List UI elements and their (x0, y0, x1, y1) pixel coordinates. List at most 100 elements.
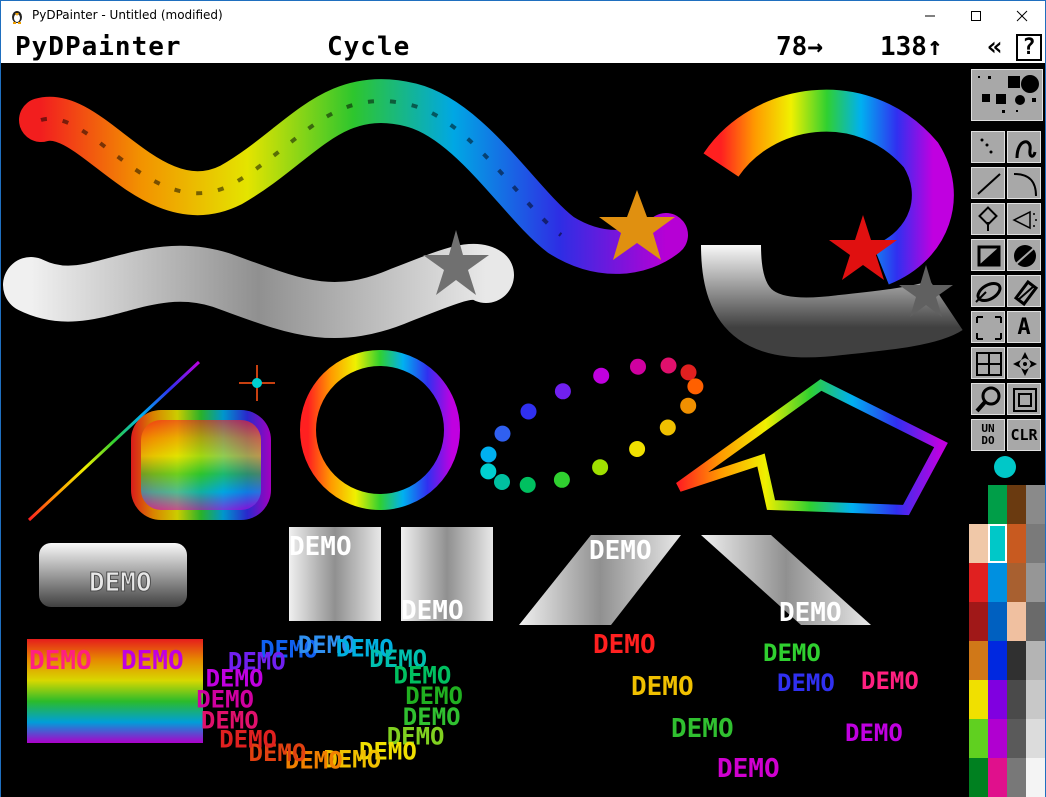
color-dot (553, 471, 570, 488)
color-dot-icon (994, 456, 1016, 478)
palette-swatch[interactable] (988, 602, 1007, 641)
tool-symmetry[interactable] (1007, 347, 1041, 379)
grid-icon (976, 352, 1002, 376)
svg-text:DEMO: DEMO (401, 596, 464, 626)
rainbow-polygon (676, 379, 948, 516)
brush-select-icon (976, 316, 1002, 340)
close-icon (1016, 10, 1028, 22)
palette-swatch[interactable] (988, 719, 1007, 758)
demo-stone-text: DEMO (39, 543, 187, 607)
color-dot (630, 358, 646, 375)
menu-bar[interactable]: PyDPainter Cycle 78→ 138↑ « ? (1, 31, 1045, 65)
color-dot (659, 419, 676, 436)
tool-fill[interactable] (971, 203, 1005, 235)
palette-swatch[interactable] (1007, 641, 1026, 680)
symmetry-icon (1013, 352, 1037, 376)
title-bar[interactable]: PyDPainter - Untitled (modified) (1, 1, 1045, 31)
tool-text[interactable]: A (1007, 311, 1041, 343)
tool-polygon[interactable] (1007, 275, 1041, 307)
text-icon: A (1017, 315, 1031, 340)
svg-text:DEMO: DEMO (121, 646, 184, 676)
zoom-icon (1013, 388, 1037, 412)
brush-size-picker[interactable] (971, 69, 1043, 121)
palette-swatch[interactable] (1007, 485, 1026, 524)
palette-swatch[interactable] (1026, 485, 1045, 524)
palette-swatch[interactable] (1007, 719, 1026, 758)
color-dot (520, 403, 537, 420)
color-dot (593, 367, 610, 384)
maximize-button[interactable] (953, 1, 999, 31)
palette-swatch[interactable] (1026, 563, 1045, 602)
menu-mode-label[interactable]: Cycle (327, 32, 410, 62)
app-logo-icon (12, 11, 22, 24)
palette-swatch[interactable] (969, 641, 988, 680)
palette-swatch[interactable] (969, 563, 988, 602)
palette-swatch[interactable] (1026, 758, 1045, 797)
minimize-button[interactable] (907, 1, 953, 31)
tool-dotted-freehand[interactable] (971, 131, 1005, 163)
svg-text:DEMO: DEMO (861, 667, 919, 695)
help-button[interactable]: ? (1016, 34, 1042, 61)
tool-magnify[interactable] (971, 383, 1005, 415)
tool-undo[interactable]: UN DO (971, 419, 1005, 451)
fill-bucket-icon (978, 206, 998, 231)
svg-text:DEMO: DEMO (289, 532, 352, 562)
palette-swatch[interactable] (988, 485, 1007, 524)
close-button[interactable] (999, 1, 1045, 31)
palette-swatch[interactable] (1007, 758, 1026, 797)
color-dot (629, 441, 646, 457)
ellipse-icon (975, 281, 1002, 303)
menu-app-name[interactable]: PyDPainter (15, 32, 182, 62)
palette-swatch[interactable] (1026, 680, 1045, 719)
tool-circle[interactable] (1007, 239, 1041, 271)
palette-swatch[interactable] (988, 641, 1007, 680)
color-dot (660, 357, 677, 374)
svg-text:DEMO: DEMO (89, 568, 152, 598)
svg-text:DEMO: DEMO (589, 536, 652, 566)
circle-icon (1014, 245, 1036, 267)
demo-diagonal-rainbow-text: DEMO DEMO DEMO DEMO (593, 630, 780, 784)
palette-swatch[interactable] (1026, 524, 1045, 563)
window-title: PyDPainter - Untitled (modified) (32, 8, 223, 22)
tool-curve[interactable] (1007, 167, 1041, 199)
palette-swatch[interactable] (969, 680, 988, 719)
tool-brush-select[interactable] (971, 311, 1005, 343)
crosshair-sprite (239, 365, 275, 401)
palette-swatch[interactable] (969, 524, 988, 563)
tool-continuous-freehand[interactable] (1007, 131, 1041, 163)
demo-text-circle: DEMODEMODEMODEMODEMODEMODEMODEMODEMODEMO… (196, 631, 463, 774)
palette-swatch[interactable] (969, 719, 988, 758)
tool-grid[interactable] (971, 347, 1005, 379)
palette-swatch[interactable] (988, 680, 1007, 719)
palette-swatch[interactable] (1026, 641, 1045, 680)
tool-line[interactable] (971, 167, 1005, 199)
tool-zoom[interactable] (1007, 383, 1041, 415)
palette-swatch[interactable] (1007, 563, 1026, 602)
svg-text:DEMO: DEMO (593, 630, 656, 660)
collapse-toolbar-button[interactable]: « (987, 32, 1003, 62)
palette-swatch[interactable] (969, 758, 988, 797)
palette-swatch[interactable] (988, 563, 1007, 602)
app-window: PyDPainter - Untitled (modified) PyDPain… (0, 0, 1046, 797)
palette-swatch[interactable] (1026, 719, 1045, 758)
palette-swatch[interactable] (1026, 602, 1045, 641)
palette-swatch[interactable] (969, 602, 988, 641)
palette-swatch[interactable] (988, 524, 1007, 563)
svg-text:DEMO: DEMO (777, 669, 835, 697)
curve-icon (1013, 173, 1037, 197)
dot-ellipse (480, 357, 704, 493)
palette-swatch[interactable] (1007, 602, 1026, 641)
foreground-color-indicator[interactable] (993, 455, 1017, 479)
tool-ellipse[interactable] (971, 275, 1005, 307)
rainbow-star-ribbon (19, 79, 688, 274)
svg-text:DEMO: DEMO (845, 719, 903, 747)
coord-y-readout: 138↑ (880, 32, 943, 62)
tool-clear[interactable]: CLR (1007, 419, 1041, 451)
palette-swatch[interactable] (1007, 524, 1026, 563)
palette-swatch[interactable] (988, 758, 1007, 797)
drawing-canvas[interactable]: DEMO DEMO DEMO DEMO DEMO DEMO DEMO DEMO D… (1, 65, 967, 797)
palette-swatch[interactable] (1007, 680, 1026, 719)
tool-airbrush[interactable] (1007, 203, 1041, 235)
svg-text:DEMO: DEMO (763, 639, 821, 667)
tool-rectangle[interactable] (971, 239, 1005, 271)
